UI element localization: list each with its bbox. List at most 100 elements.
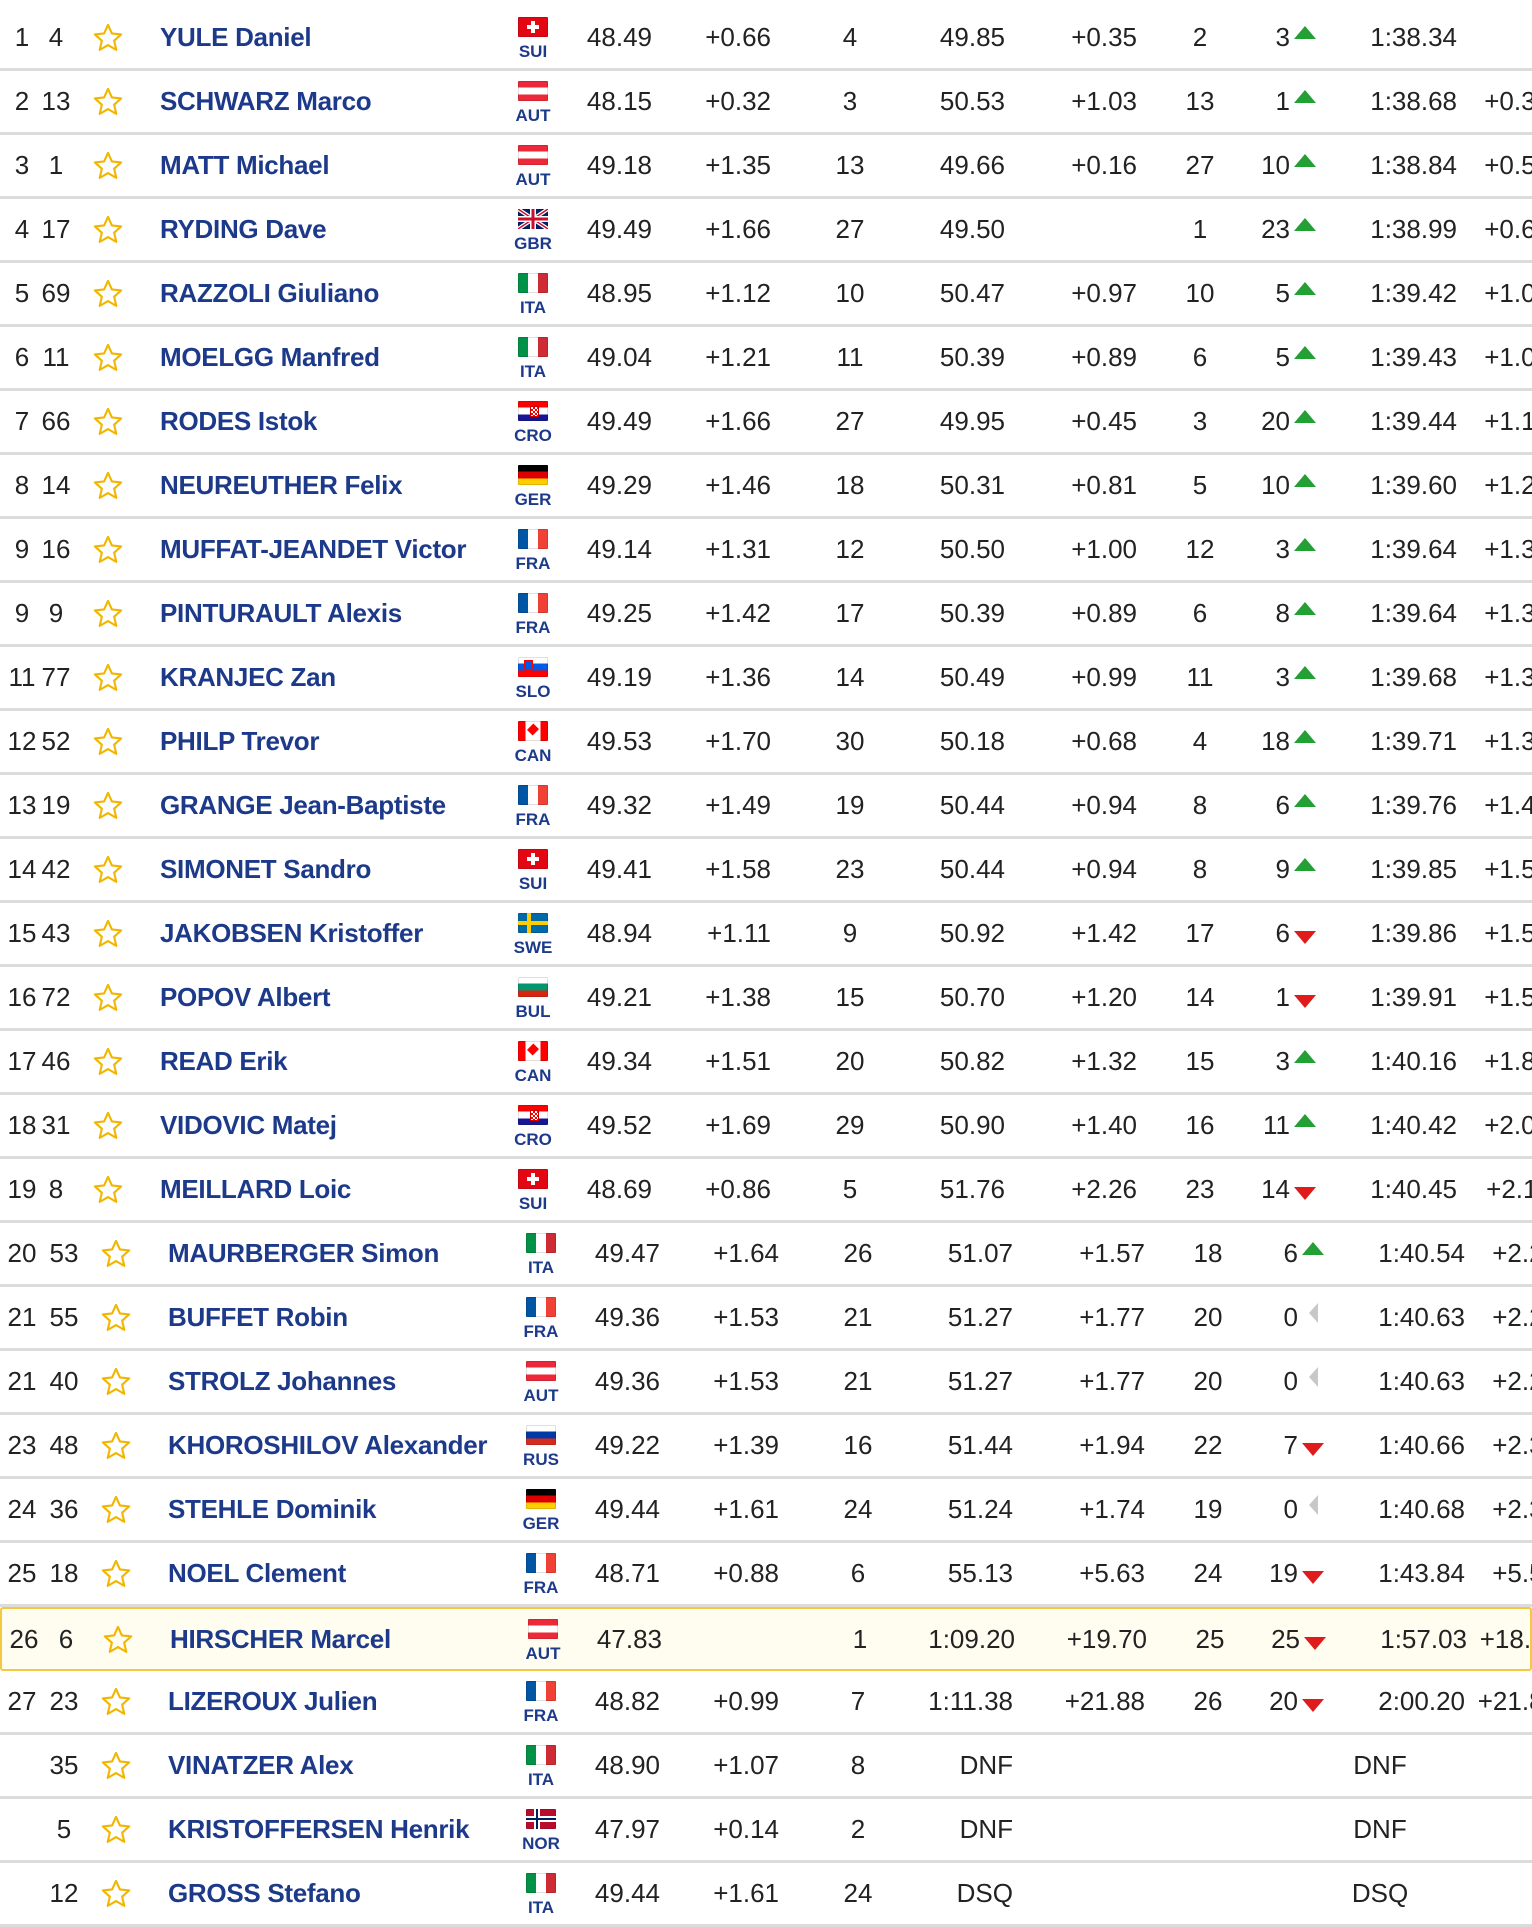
country: GBR <box>512 199 554 260</box>
position-change: 3 <box>1275 662 1290 692</box>
star-icon[interactable] <box>88 583 128 644</box>
table-row[interactable]: 23 48 KHOROSHILOV Alexander RUS 49.22 +1.39 16… <box>0 1415 1532 1479</box>
table-row[interactable]: 5 69 RAZZOLI Giuliano ITA 48.95 +1.12 10 50.47 +… <box>0 263 1532 327</box>
athlete-name-link[interactable]: KHOROSHILOV Alexander <box>168 1415 528 1476</box>
athlete-name-link[interactable]: MOELGG Manfred <box>160 327 520 388</box>
table-row[interactable]: 9 9 PINTURAULT Alexis FRA 49.25 +1.42 17 50.39 +… <box>0 583 1532 647</box>
athlete-name-link[interactable]: KRISTOFFERSEN Henrik <box>168 1799 528 1860</box>
star-icon[interactable] <box>88 263 128 324</box>
table-row[interactable]: 6 11 MOELGG Manfred ITA 49.04 +1.21 11 50.39 +0.… <box>0 327 1532 391</box>
star-icon[interactable] <box>88 711 128 772</box>
bib-number: 14 <box>41 470 71 500</box>
star-icon[interactable] <box>88 71 128 132</box>
table-row[interactable]: 17 46 READ Erik CAN 49.34 +1.51 20 50.82 +1.32 15… <box>0 1031 1532 1095</box>
table-row-highlighted[interactable]: 26 6 HIRSCHER Marcel AUT 47.83 1 1:09.20 +19.70… <box>0 1607 1532 1671</box>
star-icon[interactable] <box>88 135 128 196</box>
run1-diff: +0.32 <box>705 86 771 116</box>
star-icon[interactable] <box>88 775 128 836</box>
athlete-name-link[interactable]: KRANJEC Zan <box>160 647 520 708</box>
table-row[interactable]: 24 36 STEHLE Dominik GER 49.44 +1.61 24 51.24 +1… <box>0 1479 1532 1543</box>
star-icon[interactable] <box>88 903 128 964</box>
star-icon[interactable] <box>96 1799 136 1860</box>
athlete-name-link[interactable]: GROSS Stefano <box>168 1863 528 1924</box>
athlete-name-link[interactable]: JAKOBSEN Kristoffer <box>160 903 520 964</box>
table-row[interactable]: 9 16 MUFFAT-JEANDET Victor FRA 49.14 +1.31 12 5… <box>0 519 1532 583</box>
athlete-name-link[interactable]: POPOV Albert <box>160 967 520 1028</box>
athlete-name-link[interactable]: VIDOVIC Matej <box>160 1095 520 1156</box>
star-icon[interactable] <box>88 455 128 516</box>
star-icon[interactable] <box>88 391 128 452</box>
run1-diff: +1.35 <box>705 150 771 180</box>
table-row[interactable]: 21 40 STROLZ Johannes AUT 49.36 +1.53 21 51.27 +… <box>0 1351 1532 1415</box>
table-row[interactable]: 11 77 KRANJEC Zan SLO 49.19 +1.36 14 50.49 +0.99… <box>0 647 1532 711</box>
star-icon[interactable] <box>88 7 128 68</box>
athlete-name-link[interactable]: BUFFET Robin <box>168 1287 528 1348</box>
star-icon[interactable] <box>96 1351 136 1412</box>
star-icon[interactable] <box>96 1415 136 1476</box>
table-row[interactable]: 20 53 MAURBERGER Simon ITA 49.47 +1.64 26 51.07… <box>0 1223 1532 1287</box>
star-icon[interactable] <box>88 1159 128 1220</box>
table-row[interactable]: 7 66 RODES Istok CRO 49.49 +1.66 27 49.95 +0.45 3… <box>0 391 1532 455</box>
star-icon[interactable] <box>96 1223 136 1284</box>
table-row[interactable]: 16 72 POPOV Albert BUL 49.21 +1.38 15 50.70 +1.2… <box>0 967 1532 1031</box>
athlete-name-link[interactable]: RAZZOLI Giuliano <box>160 263 520 324</box>
star-icon[interactable] <box>88 1031 128 1092</box>
total-time: 1:39.85 <box>1370 854 1457 884</box>
table-row[interactable]: 15 43 JAKOBSEN Kristoffer SWE 48.94 +1.11 9 50.… <box>0 903 1532 967</box>
star-icon[interactable] <box>88 839 128 900</box>
run1-rank: 27 <box>835 406 865 436</box>
star-icon[interactable] <box>88 519 128 580</box>
athlete-name-link[interactable]: NEUREUTHER Felix <box>160 455 520 516</box>
athlete-name-link[interactable]: GRANGE Jean-Baptiste <box>160 775 520 836</box>
star-icon[interactable] <box>96 1543 136 1604</box>
table-row[interactable]: 19 8 MEILLARD Loic SUI 48.69 +0.86 5 51.76 +2.26… <box>0 1159 1532 1223</box>
total-time: 1:38.34 <box>1370 22 1457 52</box>
athlete-name-link[interactable]: MEILLARD Loic <box>160 1159 520 1220</box>
table-row[interactable]: 4 17 RYDING Dave GBR 49.49 +1.66 27 49.50 1 23 1:3… <box>0 199 1532 263</box>
athlete-name-link[interactable]: YULE Daniel <box>160 7 520 68</box>
star-icon[interactable] <box>98 1609 138 1670</box>
star-icon[interactable] <box>88 199 128 260</box>
athlete-name-link[interactable]: LIZEROUX Julien <box>168 1671 528 1732</box>
table-row[interactable]: 18 31 VIDOVIC Matej CRO 49.52 +1.69 29 50.90 +1.… <box>0 1095 1532 1159</box>
star-icon[interactable] <box>88 647 128 708</box>
table-row[interactable]: 1 4 YULE Daniel SUI 48.49 +0.66 4 49.85 +0.35 2 3 1… <box>0 7 1532 71</box>
athlete-name-link[interactable]: RYDING Dave <box>160 199 520 260</box>
star-icon[interactable] <box>96 1735 136 1796</box>
athlete-name-link[interactable]: NOEL Clement <box>168 1543 528 1604</box>
athlete-name-link[interactable]: STROLZ Johannes <box>168 1351 528 1412</box>
athlete-name-link[interactable]: MUFFAT-JEANDET Victor <box>160 519 520 580</box>
athlete-name-link[interactable]: MAURBERGER Simon <box>168 1223 528 1284</box>
star-icon[interactable] <box>96 1863 136 1924</box>
athlete-name-link[interactable]: SCHWARZ Marco <box>160 71 520 132</box>
table-row[interactable]: 12 52 PHILP Trevor CAN 49.53 +1.70 30 50.18 +0.6… <box>0 711 1532 775</box>
star-icon[interactable] <box>88 1095 128 1156</box>
bib-number: 1 <box>48 150 64 180</box>
table-row[interactable]: 12 GROSS Stefano ITA 49.44 +1.61 24 DSQ DSQ <box>0 1863 1532 1927</box>
athlete-name-link[interactable]: STEHLE Dominik <box>168 1479 528 1540</box>
table-row[interactable]: 5 KRISTOFFERSEN Henrik NOR 47.97 +0.14 2 DNF DN… <box>0 1799 1532 1863</box>
athlete-name-link[interactable]: RODES Istok <box>160 391 520 452</box>
run1-time: 49.21 <box>586 982 652 1012</box>
star-icon[interactable] <box>96 1479 136 1540</box>
star-icon[interactable] <box>88 327 128 388</box>
table-row[interactable]: 21 55 BUFFET Robin FRA 49.36 +1.53 21 51.27 +1.7… <box>0 1287 1532 1351</box>
table-row[interactable]: 25 18 NOEL Clement FRA 48.71 +0.88 6 55.13 +5.63… <box>0 1543 1532 1607</box>
table-row[interactable]: 27 23 LIZEROUX Julien FRA 48.82 +0.99 7 1:11.38… <box>0 1671 1532 1735</box>
athlete-name-link[interactable]: READ Erik <box>160 1031 520 1092</box>
star-icon[interactable] <box>96 1287 136 1348</box>
table-row[interactable]: 8 14 NEUREUTHER Felix GER 49.29 +1.46 18 50.31 +… <box>0 455 1532 519</box>
athlete-name-link[interactable]: VINATZER Alex <box>168 1735 528 1796</box>
table-row[interactable]: 2 13 SCHWARZ Marco AUT 48.15 +0.32 3 50.53 +1.03… <box>0 71 1532 135</box>
table-row[interactable]: 35 VINATZER Alex ITA 48.90 +1.07 8 DNF DNF <box>0 1735 1532 1799</box>
star-icon[interactable] <box>88 967 128 1028</box>
table-row[interactable]: 14 42 SIMONET Sandro SUI 49.41 +1.58 23 50.44 +0… <box>0 839 1532 903</box>
athlete-name-link[interactable]: PHILP Trevor <box>160 711 520 772</box>
athlete-name-link[interactable]: MATT Michael <box>160 135 520 196</box>
table-row[interactable]: 13 19 GRANGE Jean-Baptiste FRA 49.32 +1.49 19 5… <box>0 775 1532 839</box>
athlete-name-link[interactable]: HIRSCHER Marcel <box>170 1609 530 1670</box>
star-icon[interactable] <box>96 1671 136 1732</box>
table-row[interactable]: 3 1 MATT Michael AUT 49.18 +1.35 13 49.66 +0.16 2… <box>0 135 1532 199</box>
athlete-name-link[interactable]: SIMONET Sandro <box>160 839 520 900</box>
athlete-name-link[interactable]: PINTURAULT Alexis <box>160 583 520 644</box>
